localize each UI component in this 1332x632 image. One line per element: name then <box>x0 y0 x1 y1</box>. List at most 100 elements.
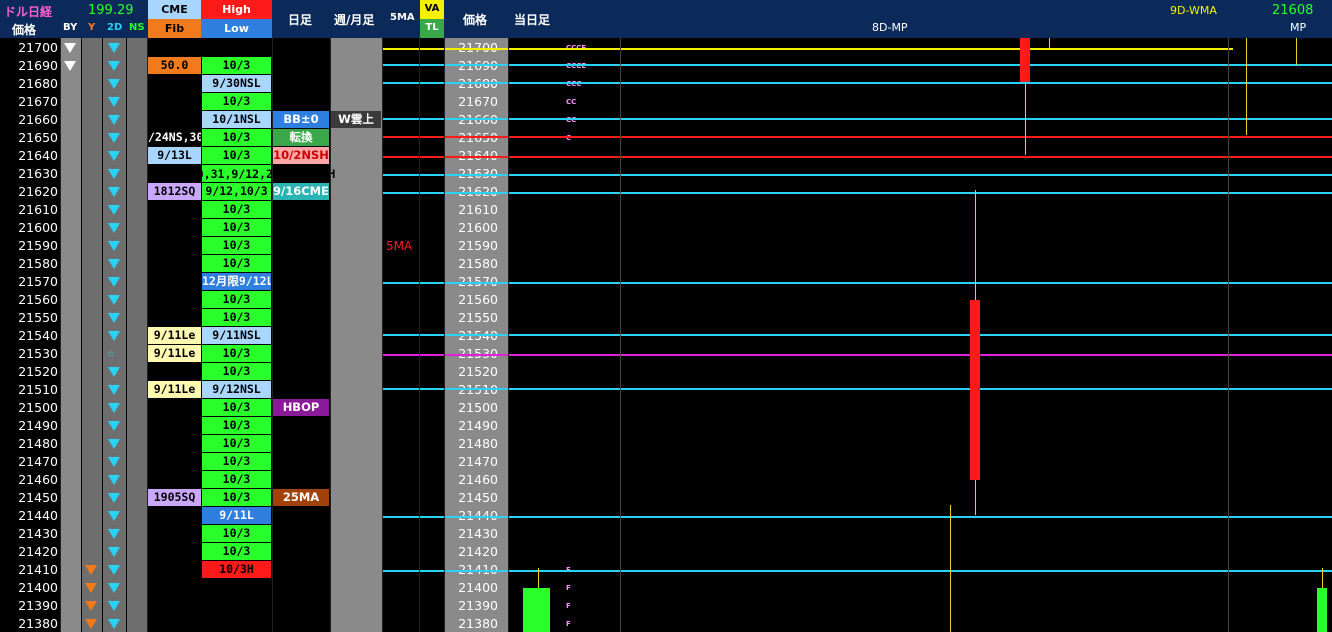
cme-cell: 9/11Le <box>148 345 201 362</box>
2d-header: 2D <box>107 22 123 33</box>
low-cell: 10/3 <box>202 399 271 416</box>
daily-cell: BB±0 <box>273 111 329 128</box>
price-label-left: 21580 <box>18 256 58 271</box>
low-cell: 12月限9/12L <box>202 273 271 290</box>
ns-column <box>127 38 147 632</box>
price-label-left: 21600 <box>18 220 58 235</box>
price-label-mid: 21400 <box>458 580 498 595</box>
level-line <box>383 282 1332 284</box>
wick-line <box>1296 38 1297 65</box>
down-triangle-icon <box>108 619 120 629</box>
level-line <box>383 516 1332 518</box>
va-header: VA <box>424 3 440 14</box>
column-divider <box>272 38 273 632</box>
cme-cell: /24NS,30 <box>148 129 201 146</box>
8d-mp-label: 8D-MP <box>872 21 908 34</box>
price-label-mid: 21380 <box>458 616 498 631</box>
price-label-left: 21510 <box>18 382 58 397</box>
low-header: Low <box>224 22 249 35</box>
down-triangle-icon <box>108 187 120 197</box>
price-label-left: 21440 <box>18 508 58 523</box>
column-divider <box>508 38 509 632</box>
5ma-header: 5MA <box>390 12 415 23</box>
price-label-mid: 21580 <box>458 256 498 271</box>
down-triangle-icon <box>108 223 120 233</box>
price-label-left: 21490 <box>18 418 58 433</box>
low-cell: 10/3 <box>202 93 271 110</box>
y-header: Y <box>88 22 96 33</box>
price-label-mid: 21460 <box>458 472 498 487</box>
current-price: 21608 <box>1272 3 1314 18</box>
price-label-left: 21680 <box>18 76 58 91</box>
low-cell: 10/3 <box>202 489 271 506</box>
price-label-left: 21470 <box>18 454 58 469</box>
down-triangle-icon <box>108 259 120 269</box>
down-triangle-icon <box>108 61 120 71</box>
candle-body <box>970 300 980 480</box>
low-cell: 10/3 <box>202 471 271 488</box>
column-divider <box>419 38 420 632</box>
down-triangle-icon <box>108 403 120 413</box>
grid-line <box>620 38 621 632</box>
wick-line <box>538 568 539 590</box>
tl-header: TL <box>425 22 439 33</box>
weekly-cell: W雲上 <box>331 111 381 128</box>
low-cell: 10/3 <box>202 291 271 308</box>
cme-cell: 9/11Le <box>148 381 201 398</box>
chart-board: ドル日経 199.29 価格 BY Y 2D NS CME Fib High L… <box>0 0 1332 632</box>
price-header-left: 価格 <box>12 23 37 37</box>
price-label-left: 21390 <box>18 598 58 613</box>
down-triangle-icon <box>108 385 120 395</box>
price-label-left: 21610 <box>18 202 58 217</box>
price-label-left: 21500 <box>18 400 58 415</box>
level-line <box>383 118 1332 121</box>
price-label-mid: 21470 <box>458 454 498 469</box>
daily-cell: 転換 <box>273 129 329 146</box>
price-label-left: 21480 <box>18 436 58 451</box>
low-cell: 9/12,10/3 <box>202 183 271 200</box>
price-label-left: 21650 <box>18 130 58 145</box>
low-cell: 10/3 <box>202 363 271 380</box>
down-triangle-icon <box>108 151 120 161</box>
price-label-left: 21550 <box>18 310 58 325</box>
low-cell: 10/3 <box>202 147 271 164</box>
down-triangle-icon <box>108 367 120 377</box>
down-triangle-icon <box>108 295 120 305</box>
column-divider <box>382 38 383 632</box>
price-label-left: 21560 <box>18 292 58 307</box>
low-cell: 10/3 <box>202 435 271 452</box>
mp-label: MP <box>1290 21 1307 34</box>
down-triangle-icon <box>64 43 76 53</box>
down-triangle-icon <box>64 61 76 71</box>
column-divider <box>147 38 148 632</box>
level-line <box>383 192 1332 194</box>
price-label-left: 21460 <box>18 472 58 487</box>
level-line <box>383 64 1332 67</box>
low-cell: 10/3 <box>202 57 271 74</box>
down-triangle-icon <box>108 115 120 125</box>
daily-cell: HBOP <box>273 399 329 416</box>
low-cell: 9/30NSL <box>202 75 271 92</box>
price-label-mid: 21430 <box>458 526 498 541</box>
down-triangle-icon <box>108 583 120 593</box>
profile-letters: CC <box>566 98 577 106</box>
price-label-mid: 21480 <box>458 436 498 451</box>
price-label-mid: 21420 <box>458 544 498 559</box>
cme-cell: 9/13L <box>148 147 201 164</box>
price-label-left: 21380 <box>18 616 58 631</box>
daily-cell: 25MA <box>273 489 329 506</box>
down-triangle-icon <box>108 97 120 107</box>
down-triangle-icon <box>108 529 120 539</box>
y-column <box>82 38 102 632</box>
down-triangle-icon <box>108 277 120 287</box>
overlay-annotation: 7/30,31,9/12,29NS,30NSH <box>176 167 336 181</box>
usd-rate: 199.29 <box>88 3 134 18</box>
profile-letters: F <box>566 620 571 628</box>
candle-body <box>523 588 550 632</box>
high-header: High <box>222 3 251 16</box>
price-label-left: 21540 <box>18 328 58 343</box>
down-triangle-icon <box>85 565 97 575</box>
daily-cell: 10/2NSH <box>273 147 329 164</box>
profile-letters: F <box>566 602 571 610</box>
price-label-left: 21640 <box>18 148 58 163</box>
